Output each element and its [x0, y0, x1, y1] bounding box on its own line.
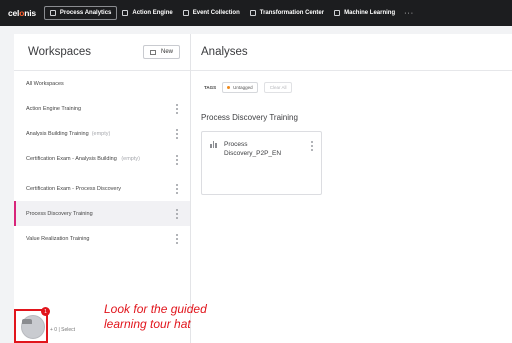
empty-tag: (empty): [91, 130, 111, 137]
kebab-menu-icon[interactable]: [311, 141, 313, 151]
workspace-label: Action Engine Training: [26, 105, 82, 112]
sidebar-item-process-discovery-training[interactable]: Process Discovery Training: [14, 201, 190, 226]
nav-label: Event Collection: [192, 10, 240, 16]
transformation-center-icon: [249, 10, 256, 16]
nav-label: Transformation Center: [259, 10, 325, 16]
process-analytics-icon: [49, 10, 56, 16]
annotation-callout: Look for the guided learning tour hat: [104, 302, 207, 332]
kebab-menu-icon[interactable]: [176, 183, 178, 194]
callout-line1: Look for the guided: [104, 302, 207, 316]
nav-process-analytics[interactable]: Process Analytics: [43, 6, 118, 20]
analysis-card[interactable]: Process Discovery_P2P_EN: [201, 131, 322, 195]
workspace-label: Analysis Building Training: [26, 130, 89, 137]
tags-filter: TAGS Untagged Clear All: [204, 82, 293, 93]
folder-plus-icon: [149, 49, 156, 55]
new-button-label: New: [160, 49, 173, 55]
new-workspace-button[interactable]: New: [142, 45, 180, 59]
sidebar-item-value-realization-training[interactable]: Value Realization Training: [14, 226, 190, 251]
event-collection-icon: [182, 10, 189, 16]
analysis-name-line1: Process: [224, 141, 248, 148]
nav-label: Action Engine: [132, 10, 173, 16]
analysis-name-line2: Discovery_P2P_EN: [224, 150, 282, 157]
kebab-menu-icon[interactable]: [176, 155, 178, 165]
nav-more-icon[interactable]: ···: [404, 10, 414, 17]
learning-tour-hat-button[interactable]: 1: [14, 307, 50, 343]
graduation-hat-icon: [22, 319, 32, 324]
analyses-title: Analyses: [201, 46, 248, 58]
celonis-logo[interactable]: celonis: [8, 8, 36, 18]
nav-machine-learning[interactable]: Machine Learning: [329, 6, 400, 20]
workspace-section-title: Process Discovery Training: [201, 113, 298, 122]
tag-dot-icon: [227, 86, 231, 89]
clear-all-button[interactable]: Clear All: [263, 82, 293, 93]
sidebar-item-cert-exam-analysis-building[interactable]: Certification Exam - Analysis Building (…: [14, 146, 190, 176]
sidebar-item-analysis-building-training[interactable]: Analysis Building Training (empty): [14, 121, 190, 146]
notification-badge: 1: [41, 307, 50, 316]
workspace-label: All Workspaces: [26, 80, 64, 87]
machine-learning-icon: [334, 10, 341, 16]
action-engine-icon: [122, 10, 129, 16]
nav-label: Machine Learning: [344, 10, 396, 16]
workspace-label: Process Discovery Training: [26, 210, 93, 217]
sidebar-item-all-workspaces[interactable]: All Workspaces: [14, 71, 190, 96]
analysis-name: Process Discovery_P2P_EN: [224, 140, 304, 158]
tags-label: TAGS: [204, 85, 217, 90]
untagged-chip[interactable]: Untagged: [222, 82, 258, 93]
bottom-selection-strip: + 0 | Select: [50, 327, 75, 333]
logo-text-2: nis: [24, 8, 36, 18]
workspaces-header: Workspaces New: [14, 34, 190, 71]
kebab-menu-icon[interactable]: [176, 128, 178, 139]
analyses-header: Analyses: [191, 34, 512, 71]
workspace-label: Certification Exam - Process Discovery: [26, 185, 122, 192]
kebab-menu-icon[interactable]: [176, 208, 178, 219]
top-navigation-bar: celonis Process Analytics Action Engine …: [0, 0, 512, 26]
workspaces-panel: Workspaces New All Workspaces Action Eng…: [14, 34, 191, 343]
kebab-menu-icon[interactable]: [176, 233, 178, 244]
selection-text: + 0 | Select: [50, 327, 76, 333]
nav-action-engine[interactable]: Action Engine: [117, 6, 177, 20]
sidebar-item-action-engine-training[interactable]: Action Engine Training: [14, 96, 190, 121]
nav-transformation-center[interactable]: Transformation Center: [245, 6, 329, 20]
sidebar-item-cert-exam-process-discovery[interactable]: Certification Exam - Process Discovery: [14, 176, 190, 201]
callout-line2: learning tour hat: [104, 317, 191, 331]
workspace-label: Value Realization Training: [26, 235, 90, 242]
workspace-label: Certification Exam - Analysis Building: [26, 156, 117, 162]
nav-event-collection[interactable]: Event Collection: [178, 6, 245, 20]
tag-chip-label: Untagged: [233, 85, 253, 90]
logo-text-1: cel: [8, 8, 20, 18]
nav-label: Process Analytics: [59, 10, 112, 16]
empty-tag: (empty): [121, 156, 140, 162]
analysis-chart-icon: [210, 140, 218, 148]
workspaces-title: Workspaces: [28, 46, 92, 58]
kebab-menu-icon[interactable]: [176, 103, 178, 114]
analyses-panel: Analyses TAGS Untagged Clear All Process…: [191, 34, 512, 343]
